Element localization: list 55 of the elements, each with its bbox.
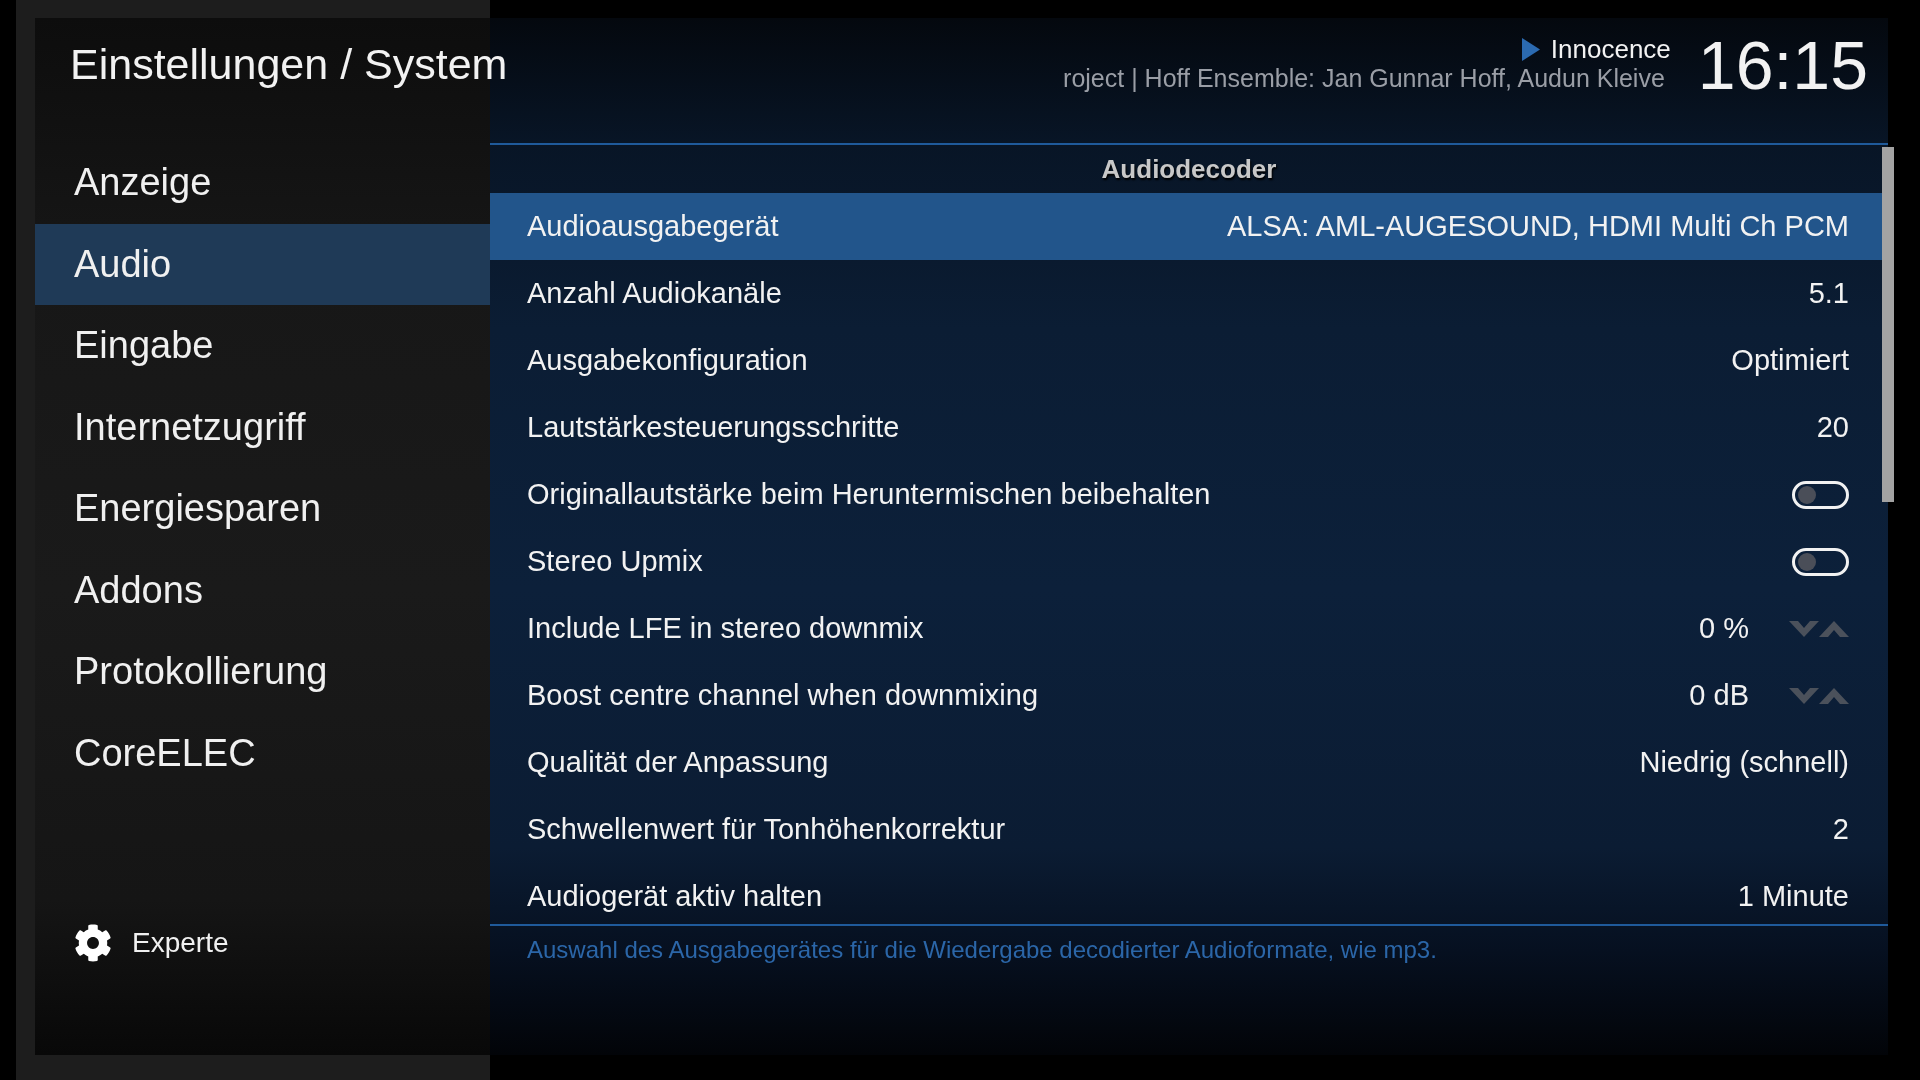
- setting-row[interactable]: Ausgabekonfiguration Optimiert: [490, 327, 1882, 394]
- chevron-up-icon[interactable]: [1819, 620, 1849, 637]
- level-button[interactable]: Experte: [74, 918, 229, 968]
- setting-label: Include LFE in stereo downmix: [527, 610, 924, 646]
- gear-icon: [74, 924, 112, 962]
- setting-row[interactable]: Boost centre channel when downmixing 0 dB: [490, 662, 1882, 729]
- setting-value: 1 Minute: [1737, 878, 1849, 914]
- setting-label: Schwellenwert für Tonhöhenkorrektur: [527, 811, 1006, 847]
- setting-row[interactable]: Audiogerät aktiv halten 1 Minute: [490, 863, 1882, 924]
- setting-label: Qualität der Anpassung: [527, 744, 829, 780]
- sidebar-item[interactable]: Internetzugriff: [35, 386, 490, 468]
- setting-row[interactable]: Include LFE in stereo downmix 0 %: [490, 595, 1882, 662]
- chevron-up-icon[interactable]: [1819, 687, 1849, 704]
- setting-value: Niedrig (schnell): [1639, 744, 1849, 780]
- track-artist: roject | Hoff Ensemble: Jan Gunnar Hoff, Audun Kleive: [1063, 65, 1666, 91]
- setting-value: Optimiert: [1731, 342, 1849, 378]
- sidebar-item[interactable]: CoreELEC: [35, 712, 490, 794]
- setting-value: 20: [1816, 409, 1849, 445]
- setting-value: 5.1: [1808, 275, 1849, 311]
- setting-label: Boost centre channel when downmixing: [527, 677, 1039, 713]
- sidebar-item[interactable]: Audio: [35, 223, 490, 305]
- sidebar-item[interactable]: Energiesparen: [35, 468, 490, 550]
- sidebar-item[interactable]: Eingabe: [35, 305, 490, 387]
- setting-label: Audiogerät aktiv halten: [527, 878, 823, 914]
- setting-label: Audioausgabegerät: [527, 208, 779, 244]
- page-title: Einstellungen / System: [70, 39, 508, 90]
- setting-value: 0 dB: [1689, 677, 1749, 713]
- setting-row[interactable]: Stereo Upmix: [490, 528, 1882, 595]
- setting-row[interactable]: Anzahl Audiokanäle 5.1: [490, 260, 1882, 327]
- setting-value: 2: [1832, 811, 1849, 847]
- setting-row[interactable]: Lautstärkesteuerungsschritte 20: [490, 394, 1882, 461]
- setting-row[interactable]: Qualität der Anpassung Niedrig (schnell): [490, 729, 1882, 796]
- section-heading: Audiodecoder: [1101, 152, 1277, 186]
- scrollbar-thumb[interactable]: [1882, 147, 1894, 502]
- chevron-down-icon[interactable]: [1789, 687, 1819, 704]
- setting-value: 0 %: [1699, 610, 1749, 646]
- setting-row[interactable]: Audioausgabegerät ALSA: AML-AUGESOUND, HDMI Multi Ch PCM: [490, 193, 1882, 260]
- sidebar-item[interactable]: Protokollierung: [35, 631, 490, 713]
- toggle-switch[interactable]: [1792, 547, 1849, 576]
- setting-label: Anzahl Audiokanäle: [527, 275, 782, 311]
- sidebar-item[interactable]: Addons: [35, 549, 490, 631]
- setting-value: ALSA: AML-AUGESOUND, HDMI Multi Ch PCM: [1227, 208, 1849, 244]
- setting-label: Stereo Upmix: [527, 543, 703, 579]
- setting-description: Auswahl des Ausgabegerätes für die Wiedergabe decodierter Audioformate, wie mp3.: [527, 935, 1438, 965]
- toggle-switch[interactable]: [1792, 480, 1849, 509]
- setting-row[interactable]: Schwellenwert für Tonhöhenkorrektur 2: [490, 796, 1882, 863]
- track-title: Innocence: [1550, 33, 1671, 65]
- play-icon: [1521, 37, 1540, 61]
- setting-label: Ausgabekonfiguration: [527, 342, 808, 378]
- setting-row[interactable]: Originallautstärke beim Heruntermischen beibehalten: [490, 461, 1882, 528]
- sidebar-item[interactable]: Anzeige: [35, 142, 490, 224]
- clock: 16:15: [1697, 27, 1868, 103]
- setting-label: Lautstärkesteuerungsschritte: [527, 409, 900, 445]
- setting-label: Originallautstärke beim Heruntermischen beibehalten: [527, 476, 1211, 512]
- chevron-down-icon[interactable]: [1789, 620, 1819, 637]
